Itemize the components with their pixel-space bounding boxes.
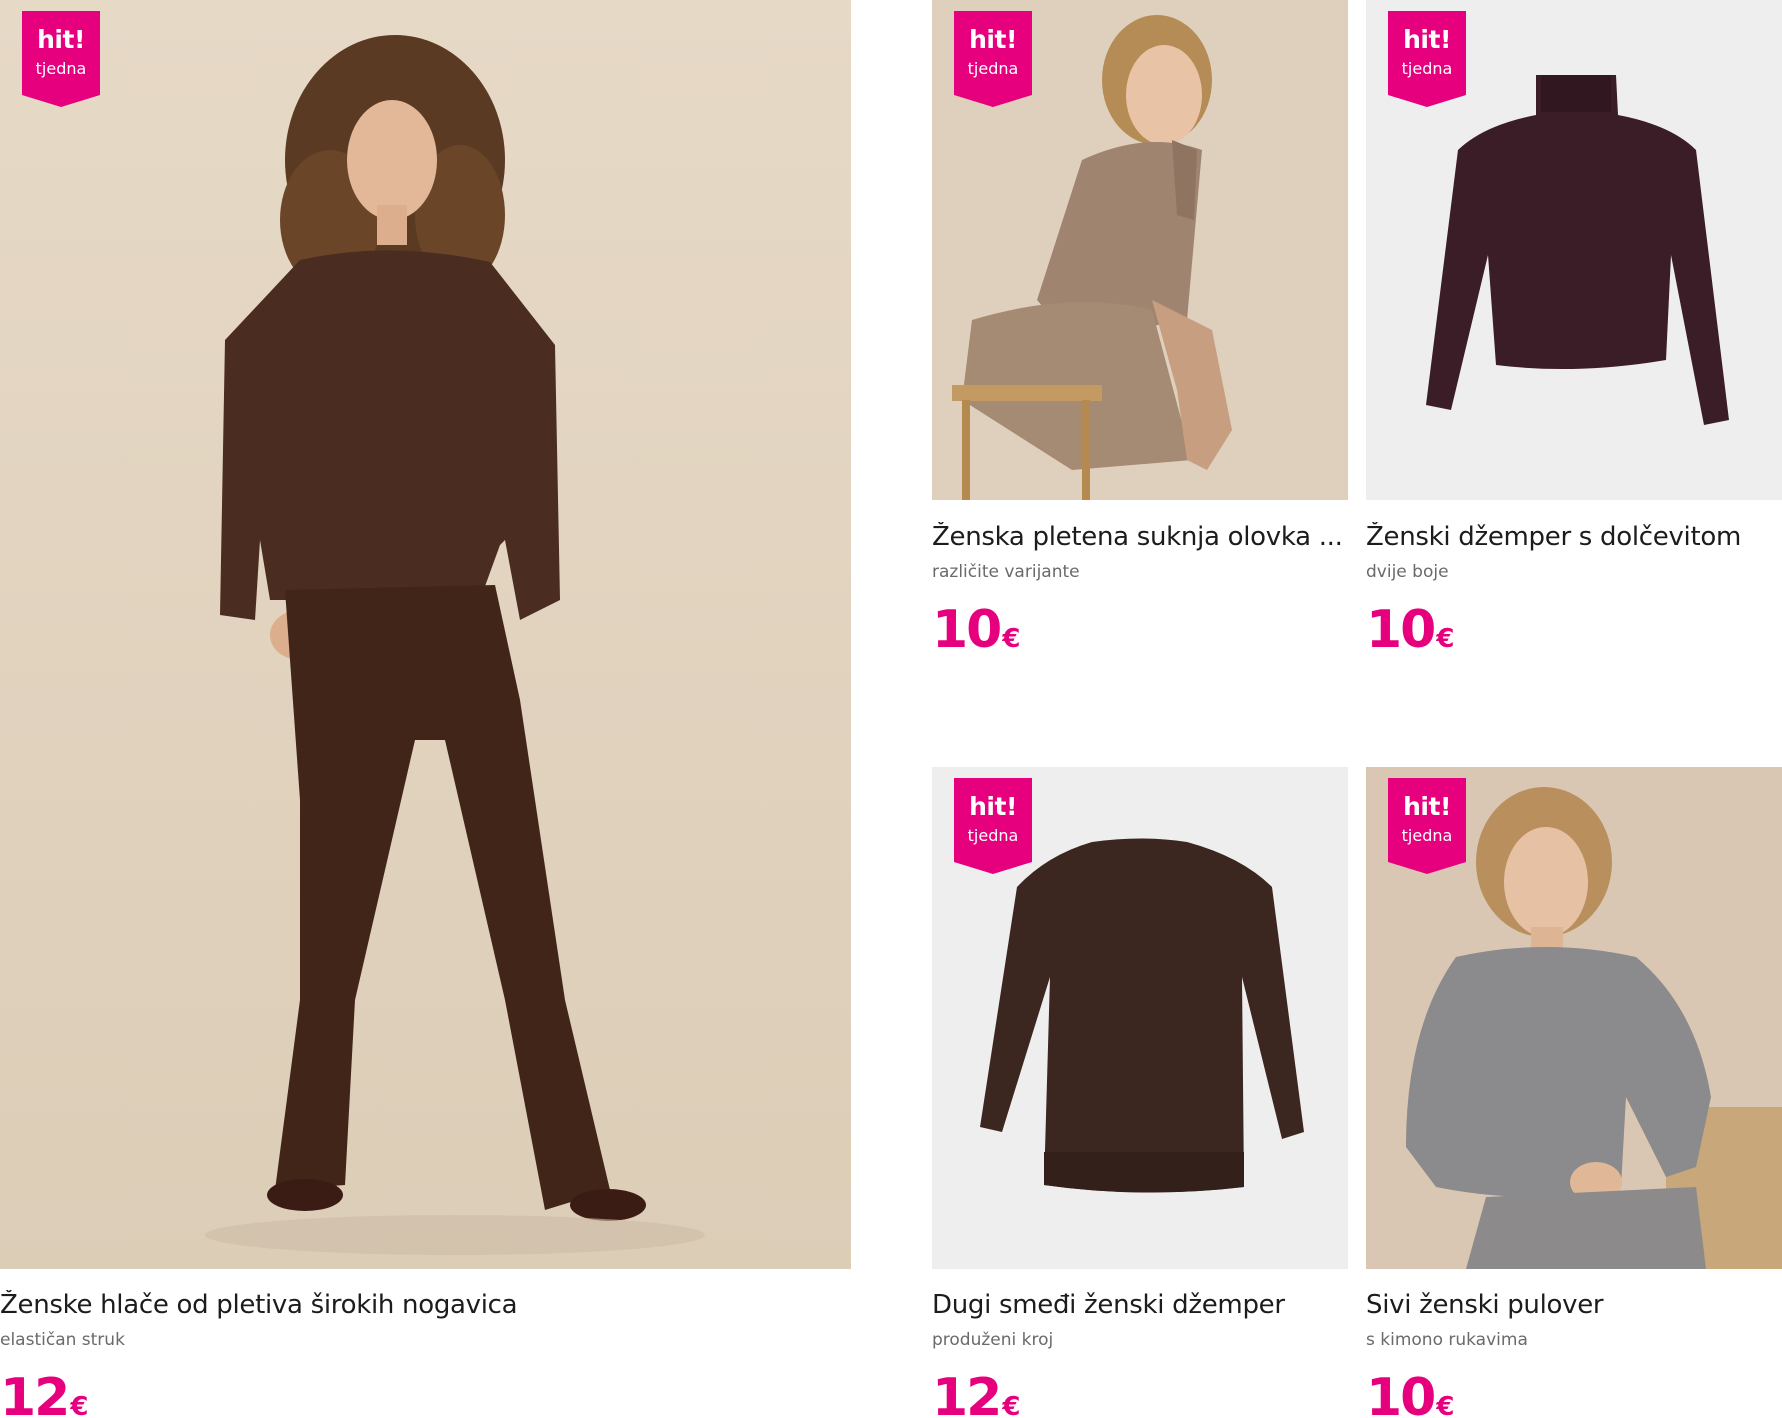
badge-week-label: tjedna: [967, 826, 1019, 845]
price-currency: €: [1002, 624, 1021, 654]
product-title[interactable]: Dugi smeđi ženski džemper: [932, 1290, 1348, 1320]
product-title[interactable]: Ženske hlače od pletiva širokih nogavica: [0, 1290, 852, 1320]
price-value: 10: [932, 600, 1002, 660]
product-title[interactable]: Ženska pletena suknja olovka ...: [932, 522, 1348, 552]
product-subtitle: elastičan struk: [0, 1330, 125, 1350]
product-card-pencil-skirt[interactable]: hit! tjedna Ženska pletena suknja olovka…: [932, 0, 1348, 680]
badge-week-label: tjedna: [1401, 826, 1453, 845]
badge-hit-label: hit!: [1403, 792, 1451, 821]
price-currency: €: [1436, 624, 1455, 654]
product-title[interactable]: Sivi ženski pulover: [1366, 1290, 1782, 1320]
badge-hit-label: hit!: [37, 25, 85, 54]
price-value: 12: [932, 1368, 1002, 1418]
product-subtitle: produženi kroj: [932, 1330, 1054, 1350]
hit-badge: hit! tjedna: [1388, 11, 1466, 107]
badge-week-label: tjedna: [35, 59, 87, 78]
product-subtitle: s kimono rukavima: [1366, 1330, 1528, 1350]
badge-hit-label: hit!: [969, 25, 1017, 54]
hit-badge: hit! tjedna: [954, 778, 1032, 874]
model-brown-knit-set-image[interactable]: [0, 0, 851, 1269]
badge-week-label: tjedna: [967, 59, 1019, 78]
product-card-long-sweater[interactable]: hit! tjedna Dugi smeđi ženski džemper pr…: [932, 767, 1348, 1418]
price-value: 10: [1366, 1368, 1436, 1418]
hit-badge: hit! tjedna: [1388, 778, 1466, 874]
product-card-grey-pullover[interactable]: hit! tjedna Sivi ženski pulover s kimono…: [1366, 767, 1782, 1418]
product-subtitle: dvije boje: [1366, 562, 1449, 582]
price-value: 10: [1366, 600, 1436, 660]
hit-badge: hit! tjedna: [954, 11, 1032, 107]
product-price: 12€: [932, 1372, 1020, 1418]
product-subtitle: različite varijante: [932, 562, 1080, 582]
price-currency: €: [1436, 1392, 1455, 1418]
price-currency: €: [70, 1392, 89, 1418]
product-card-wide-pants[interactable]: hit! tjedna Ženske hlače od pletiva širo…: [0, 0, 852, 1418]
badge-hit-label: hit!: [1403, 25, 1451, 54]
badge-hit-label: hit!: [969, 792, 1017, 821]
product-card-turtleneck[interactable]: hit! tjedna Ženski džemper s dolčevitom …: [1366, 0, 1782, 680]
product-price: 10€: [932, 604, 1020, 656]
product-price: 10€: [1366, 1372, 1454, 1418]
badge-week-label: tjedna: [1401, 59, 1453, 78]
hit-badge: hit! tjedna: [22, 11, 100, 107]
price-currency: €: [1002, 1392, 1021, 1418]
price-value: 12: [0, 1368, 70, 1418]
product-price: 10€: [1366, 604, 1454, 656]
product-price: 12€: [0, 1372, 88, 1418]
product-title[interactable]: Ženski džemper s dolčevitom: [1366, 522, 1782, 552]
